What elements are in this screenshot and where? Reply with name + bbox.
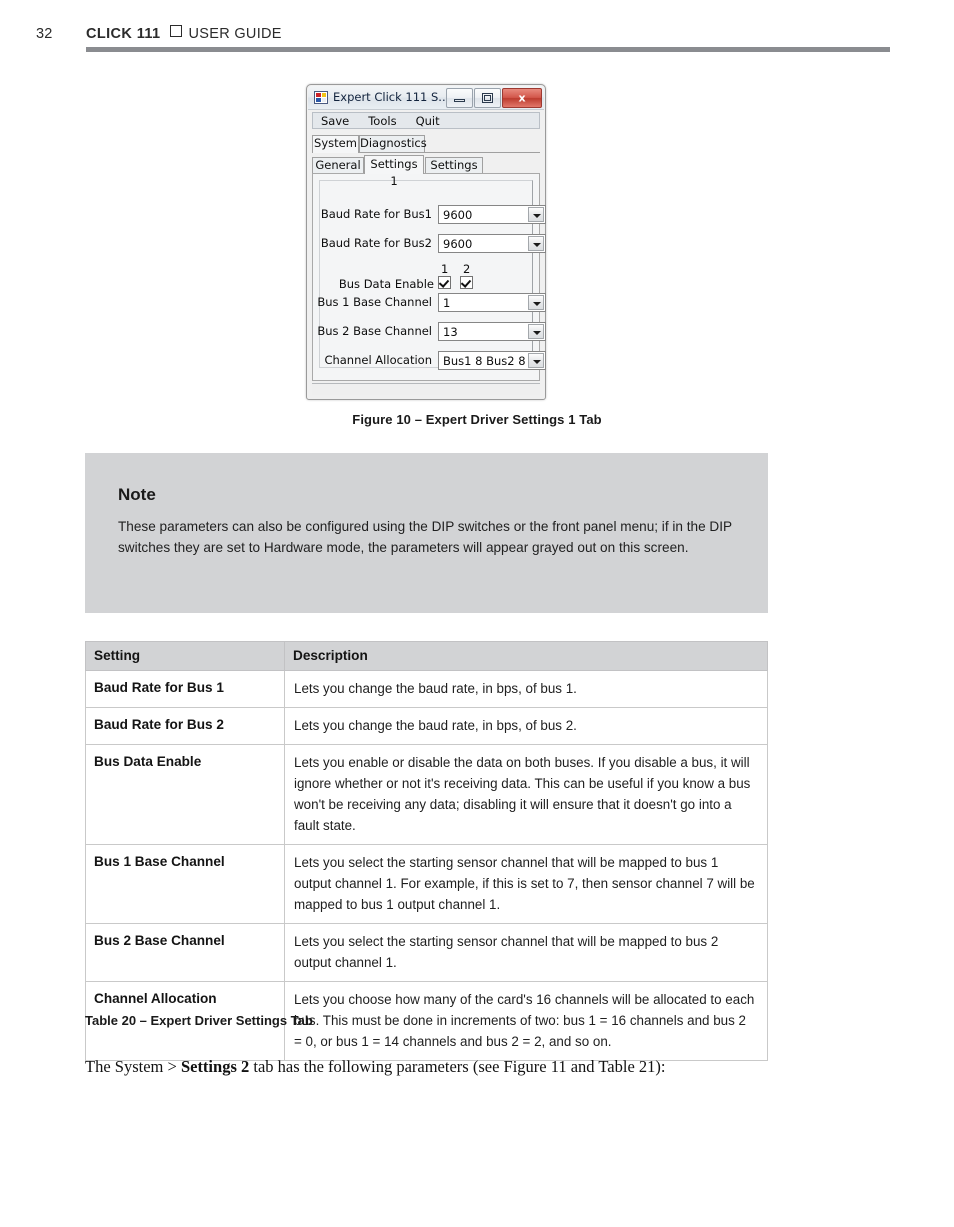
page-header: 32 CLICK 111 USER GUIDE xyxy=(0,0,954,60)
baud-rate-bus1-dropdown[interactable]: 9600 xyxy=(438,205,546,224)
closing-text-before: The System > xyxy=(85,1057,181,1076)
note-title: Note xyxy=(118,485,156,504)
colored-grid-icon xyxy=(314,91,328,104)
figure-caption: Figure 10 – Expert Driver Settings 1 Tab xyxy=(352,412,602,427)
running-header: CLICK 111 USER GUIDE xyxy=(86,25,282,42)
column-header-description: Description xyxy=(284,641,768,671)
window-controls: x xyxy=(446,88,542,108)
tab-settings-2[interactable]: Settings 2 xyxy=(425,157,483,187)
bus-data-enable-checkbox-2[interactable] xyxy=(460,276,473,289)
maximize-button[interactable] xyxy=(474,88,501,108)
baud-rate-bus2-value: 9600 xyxy=(443,237,473,251)
window-titlebar: Expert Click 111 S... x xyxy=(308,86,544,110)
chevron-down-icon[interactable] xyxy=(528,353,544,368)
cell-setting: Bus 1 Base Channel xyxy=(85,844,285,924)
menu-item-tools[interactable]: Tools xyxy=(368,114,396,128)
tab-diagnostics[interactable]: Diagnostics xyxy=(359,135,427,152)
menu-item-save[interactable]: Save xyxy=(321,114,349,128)
bus-data-enable-checkbox-1[interactable] xyxy=(438,276,451,289)
cell-setting: Bus 2 Base Channel xyxy=(85,923,285,982)
label-channel-allocation: Channel Allocation xyxy=(324,353,432,367)
closing-text-after: tab has the following parameters (see Fi… xyxy=(249,1057,666,1076)
baud-rate-bus2-dropdown[interactable]: 9600 xyxy=(438,234,546,253)
table-row: Bus 1 Base Channel Lets you select the s… xyxy=(85,844,768,924)
tab-general[interactable]: General xyxy=(312,157,364,174)
chevron-down-icon[interactable] xyxy=(528,295,544,310)
outer-tab-strip: System Diagnostics xyxy=(312,135,540,153)
expert-driver-window: Expert Click 111 S... x Save Tools Quit … xyxy=(306,84,546,400)
bus-data-enable-number-2: 2 xyxy=(463,262,471,276)
tab-settings-1[interactable]: Settings 1 xyxy=(364,155,424,188)
bus2-base-channel-dropdown[interactable]: 13 xyxy=(438,322,546,341)
figure-dialog-screenshot: Expert Click 111 S... x Save Tools Quit … xyxy=(306,84,546,400)
square-outline-icon xyxy=(169,25,182,37)
label-bus-data-enable: Bus Data Enable xyxy=(338,277,434,291)
field-bus-data-enable: Bus Data Enable 1 2 xyxy=(320,262,534,291)
label-bus1-base-channel: Bus 1 Base Channel xyxy=(317,295,432,309)
cell-description: Lets you select the starting sensor chan… xyxy=(284,844,768,924)
minimize-icon xyxy=(454,99,465,102)
cell-setting: Baud Rate for Bus 1 xyxy=(85,670,285,708)
table-caption: Table 20 – Expert Driver Settings Tab xyxy=(85,1013,313,1028)
tab-system[interactable]: System xyxy=(312,135,359,153)
bus1-base-channel-value: 1 xyxy=(443,296,451,310)
cell-description: Lets you select the starting sensor chan… xyxy=(284,923,768,982)
cell-description: Lets you enable or disable the data on b… xyxy=(284,744,768,845)
bus1-base-channel-dropdown[interactable]: 1 xyxy=(438,293,546,312)
inner-tab-strip: General Settings 1 Settings 2 xyxy=(312,155,540,188)
channel-allocation-dropdown[interactable]: Bus1 8 Bus2 8 xyxy=(438,351,546,370)
closing-paragraph: The System > Settings 2 tab has the foll… xyxy=(85,1056,775,1078)
chevron-down-icon[interactable] xyxy=(528,236,544,251)
maximize-icon xyxy=(482,93,493,103)
chevron-down-icon[interactable] xyxy=(528,324,544,339)
page-number: 32 xyxy=(36,26,53,42)
window-title: Expert Click 111 S... xyxy=(333,90,450,104)
table-row: Baud Rate for Bus 1 Lets you change the … xyxy=(85,670,768,708)
cell-description: Lets you change the baud rate, in bps, o… xyxy=(284,670,768,708)
column-header-setting: Setting xyxy=(85,641,285,671)
closing-text-bold: Settings 2 xyxy=(180,1057,250,1076)
table-header-row: Setting Description xyxy=(85,641,768,671)
table-row: Bus 2 Base Channel Lets you select the s… xyxy=(85,923,768,982)
settings-table: Setting Description Baud Rate for Bus 1 … xyxy=(85,641,768,1061)
cell-description: Lets you change the baud rate, in bps, o… xyxy=(284,707,768,745)
label-bus2-base-channel: Bus 2 Base Channel xyxy=(317,324,432,338)
bus2-base-channel-value: 13 xyxy=(443,325,458,339)
table-row: Baud Rate for Bus 2 Lets you change the … xyxy=(85,707,768,745)
settings-panel: Baud Rate for Bus1 9600 Baud Rate for Bu… xyxy=(312,173,546,381)
close-icon: x xyxy=(518,91,526,105)
table-row: Bus Data Enable Lets you enable or disab… xyxy=(85,744,768,845)
label-baud-rate-bus2: Baud Rate for Bus2 xyxy=(320,236,432,250)
settings-panel-inner: Baud Rate for Bus1 9600 Baud Rate for Bu… xyxy=(317,180,546,370)
header-rule xyxy=(86,47,890,52)
cell-description: Lets you choose how many of the card's 1… xyxy=(284,981,768,1061)
baud-rate-bus1-value: 9600 xyxy=(443,208,473,222)
label-baud-rate-bus1: Baud Rate for Bus1 xyxy=(320,207,432,221)
window-statusbar xyxy=(312,383,540,395)
header-product-name: CLICK 111 xyxy=(86,26,161,42)
channel-allocation-value: Bus1 8 Bus2 8 xyxy=(443,354,526,368)
note-callout: Note These parameters can also be config… xyxy=(85,453,768,613)
note-body: These parameters can also be configured … xyxy=(118,519,732,555)
menu-item-quit[interactable]: Quit xyxy=(416,114,440,128)
cell-setting: Baud Rate for Bus 2 xyxy=(85,707,285,745)
header-doc-type: USER GUIDE xyxy=(188,26,282,42)
menu-bar: Save Tools Quit xyxy=(312,112,540,129)
cell-setting: Bus Data Enable xyxy=(85,744,285,845)
bus-data-enable-number-1: 1 xyxy=(441,262,449,276)
close-button[interactable]: x xyxy=(502,88,542,108)
minimize-button[interactable] xyxy=(446,88,473,108)
chevron-down-icon[interactable] xyxy=(528,207,544,222)
